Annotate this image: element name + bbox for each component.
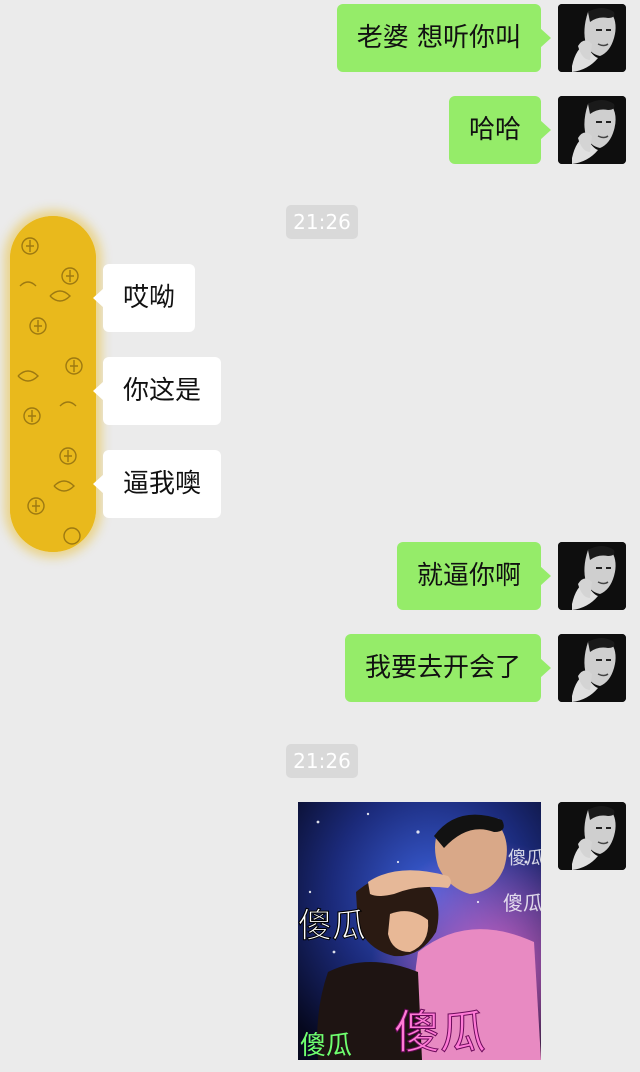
self-avatar-icon[interactable] [558,4,626,72]
message-bubble-incoming[interactable]: 逼我噢 [92,450,222,518]
message-bubble-outgoing[interactable]: 哈哈 [448,96,552,164]
self-avatar-icon[interactable] [558,96,626,164]
contact-avatar-icon[interactable] [10,216,96,552]
message-bubble-outgoing[interactable]: 就逼你啊 [396,542,552,610]
photo-caption-top-right: 傻瓜 [508,848,541,869]
message-bubble-incoming[interactable]: 你这是 [92,357,222,425]
photo-caption-bottom-left: 傻瓜 [300,1031,352,1060]
self-avatar-icon[interactable] [558,802,626,870]
photo-caption-left: 傻瓜 [298,906,366,946]
photo-caption-mid-right: 傻瓜 [503,891,541,915]
timestamp-label: 21:26 [286,744,358,778]
timestamp-label: 21:26 [286,205,358,239]
self-avatar-icon[interactable] [558,634,626,702]
message-bubble-incoming[interactable]: 哎呦 [92,264,196,332]
photo-caption-large: 傻瓜 [394,1005,486,1059]
image-message[interactable]: 傻瓜 傻瓜 傻瓜 傻瓜 傻瓜 [298,802,541,1060]
message-bubble-outgoing[interactable]: 老婆 想听你叫 [336,4,552,72]
message-bubble-outgoing[interactable]: 我要去开会了 [344,634,552,702]
self-avatar-icon[interactable] [558,542,626,610]
